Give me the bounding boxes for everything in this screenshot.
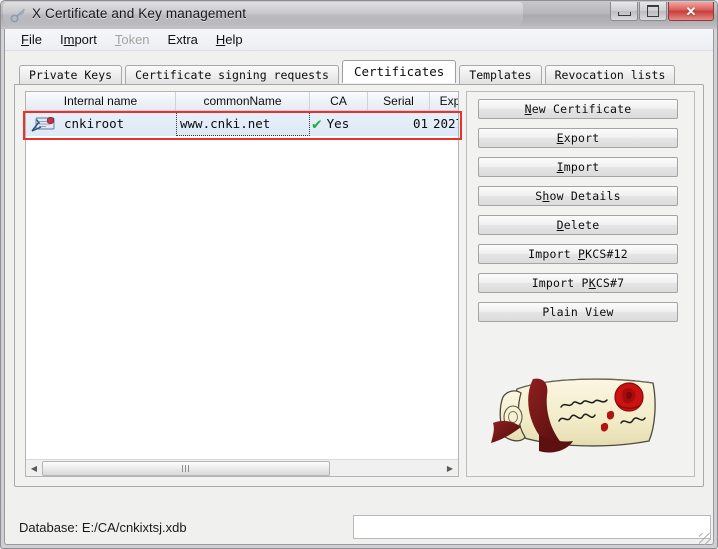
menu-item-token: Token xyxy=(114,31,150,47)
scroll-right-icon[interactable]: ▶ xyxy=(442,460,458,476)
import-pkcs12-button[interactable]: Import PKCS#12 xyxy=(478,244,678,264)
tab-revocation-lists[interactable]: Revocation lists xyxy=(544,65,676,84)
window-title: X Certificate and Key management xyxy=(32,6,247,21)
status-input-field[interactable] xyxy=(353,515,711,539)
database-path-label: Database: E:/CA/cnkixtsj.xdb xyxy=(19,520,187,535)
cell-internal-name[interactable]: cnkiroot xyxy=(60,111,176,136)
actions-panel: New Certificate Export Import Show Detai… xyxy=(466,91,695,477)
menu-item-help[interactable]: Help xyxy=(207,30,252,50)
minimize-button[interactable] xyxy=(610,2,638,21)
menu-item-extra[interactable]: Extra xyxy=(159,30,207,50)
export-button[interactable]: Export xyxy=(478,128,678,148)
import-button[interactable]: Import xyxy=(478,157,678,177)
title-bar[interactable]: X Certificate and Key management ✕ xyxy=(1,1,717,29)
tab-private-keys[interactable]: Private Keys xyxy=(19,65,123,84)
status-bar: Database: E:/CA/cnkixtsj.xdb xyxy=(5,510,713,547)
menu-item-file[interactable]: File xyxy=(12,30,51,50)
menu-bar: File Import Token Extra Help xyxy=(5,29,713,51)
certificate-icon xyxy=(26,115,60,133)
cell-expiry[interactable]: 2027- xyxy=(430,111,458,136)
window-controls: ✕ xyxy=(609,2,714,24)
application-window: X Certificate and Key management ✕ File … xyxy=(0,0,718,549)
cell-serial[interactable]: 01 xyxy=(368,111,430,136)
cell-ca[interactable]: ✔ Yes xyxy=(310,111,368,136)
column-header-ca[interactable]: CA xyxy=(310,92,368,110)
close-button[interactable]: ✕ xyxy=(668,2,714,21)
new-certificate-button[interactable]: New Certificate xyxy=(478,99,678,119)
show-details-button[interactable]: Show Details xyxy=(478,186,678,206)
column-header-common-name[interactable]: commonName xyxy=(176,92,310,110)
key-certificate-icon xyxy=(10,7,27,24)
certificates-tab-page: Internal name commonName CA Serial Exp c… xyxy=(14,84,704,487)
scroll-left-icon[interactable]: ◀ xyxy=(26,460,42,476)
plain-view-button[interactable]: Plain View xyxy=(478,302,678,322)
table-row[interactable]: cnkiroot www.cnki.net ✔ Yes 01 2027- xyxy=(26,111,458,136)
scrollbar-track[interactable] xyxy=(42,460,442,476)
close-icon: ✕ xyxy=(685,3,697,19)
tab-bar: Private Keys Certificate signing request… xyxy=(19,60,699,84)
scrollbar-grip-icon xyxy=(181,464,191,472)
column-header-expiry[interactable]: Exp xyxy=(430,92,458,110)
maximize-button[interactable] xyxy=(639,2,667,21)
table-header-row: Internal name commonName CA Serial Exp xyxy=(26,92,458,111)
menu-item-import[interactable]: Import xyxy=(51,30,106,50)
import-pkcs7-button[interactable]: Import PKCS#7 xyxy=(478,273,678,293)
certificate-table[interactable]: Internal name commonName CA Serial Exp c… xyxy=(25,91,459,477)
tab-certificates[interactable]: Certificates xyxy=(341,60,457,83)
column-header-serial[interactable]: Serial xyxy=(368,92,430,110)
scrollbar-thumb[interactable] xyxy=(42,460,330,476)
column-header-internal-name[interactable]: Internal name xyxy=(26,92,176,110)
table-horizontal-scrollbar[interactable]: ◀ ▶ xyxy=(26,459,458,476)
action-button-column: New Certificate Export Import Show Detai… xyxy=(478,99,678,331)
cell-common-name[interactable]: www.cnki.net xyxy=(176,111,310,136)
delete-button[interactable]: Delete xyxy=(478,215,678,235)
resize-grip-icon[interactable] xyxy=(699,533,711,545)
tab-templates[interactable]: Templates xyxy=(459,65,542,84)
check-icon: ✔ xyxy=(312,113,322,133)
diploma-scroll-illustration xyxy=(481,369,681,469)
tab-certificate-signing-requests[interactable]: Certificate signing requests xyxy=(125,65,339,84)
